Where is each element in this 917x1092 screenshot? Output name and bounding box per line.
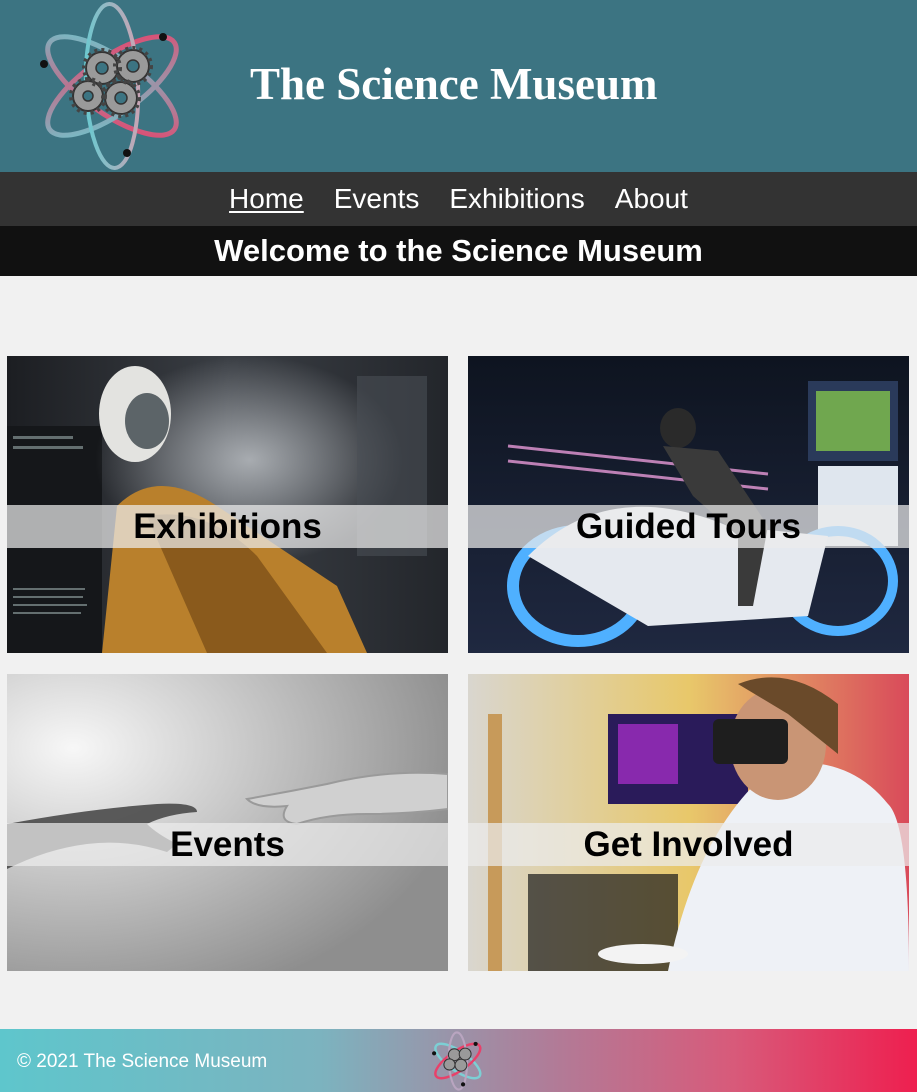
copyright-text: © 2021 The Science Museum [17,1051,268,1072]
nav-link-about[interactable]: About [615,185,688,213]
tile-exhibitions[interactable]: Exhibitions [7,356,448,653]
tile-label: Guided Tours [576,507,801,546]
tile-get-involved[interactable]: Get Involved [468,674,909,971]
atom-gears-footer-icon [432,1031,482,1091]
tile-label: Get Involved [583,825,794,864]
tile-label: Events [170,825,285,864]
atom-gears-logo-icon[interactable] [30,0,195,172]
welcome-banner: Welcome to the Science Museum [0,226,917,276]
site-title: The Science Museum [250,59,658,109]
tile-label: Exhibitions [133,507,322,546]
nav-link-home[interactable]: Home [229,185,304,213]
tile-events[interactable]: Events [7,674,448,971]
site-footer: © 2021 The Science Museum [0,1029,917,1092]
nav-link-events[interactable]: Events [334,185,420,213]
main-nav: Home Events Exhibitions About [0,172,917,226]
nav-link-exhibitions[interactable]: Exhibitions [449,185,584,213]
tile-guided-tours[interactable]: Guided Tours [468,356,909,653]
site-header: The Science Museum [0,0,917,172]
